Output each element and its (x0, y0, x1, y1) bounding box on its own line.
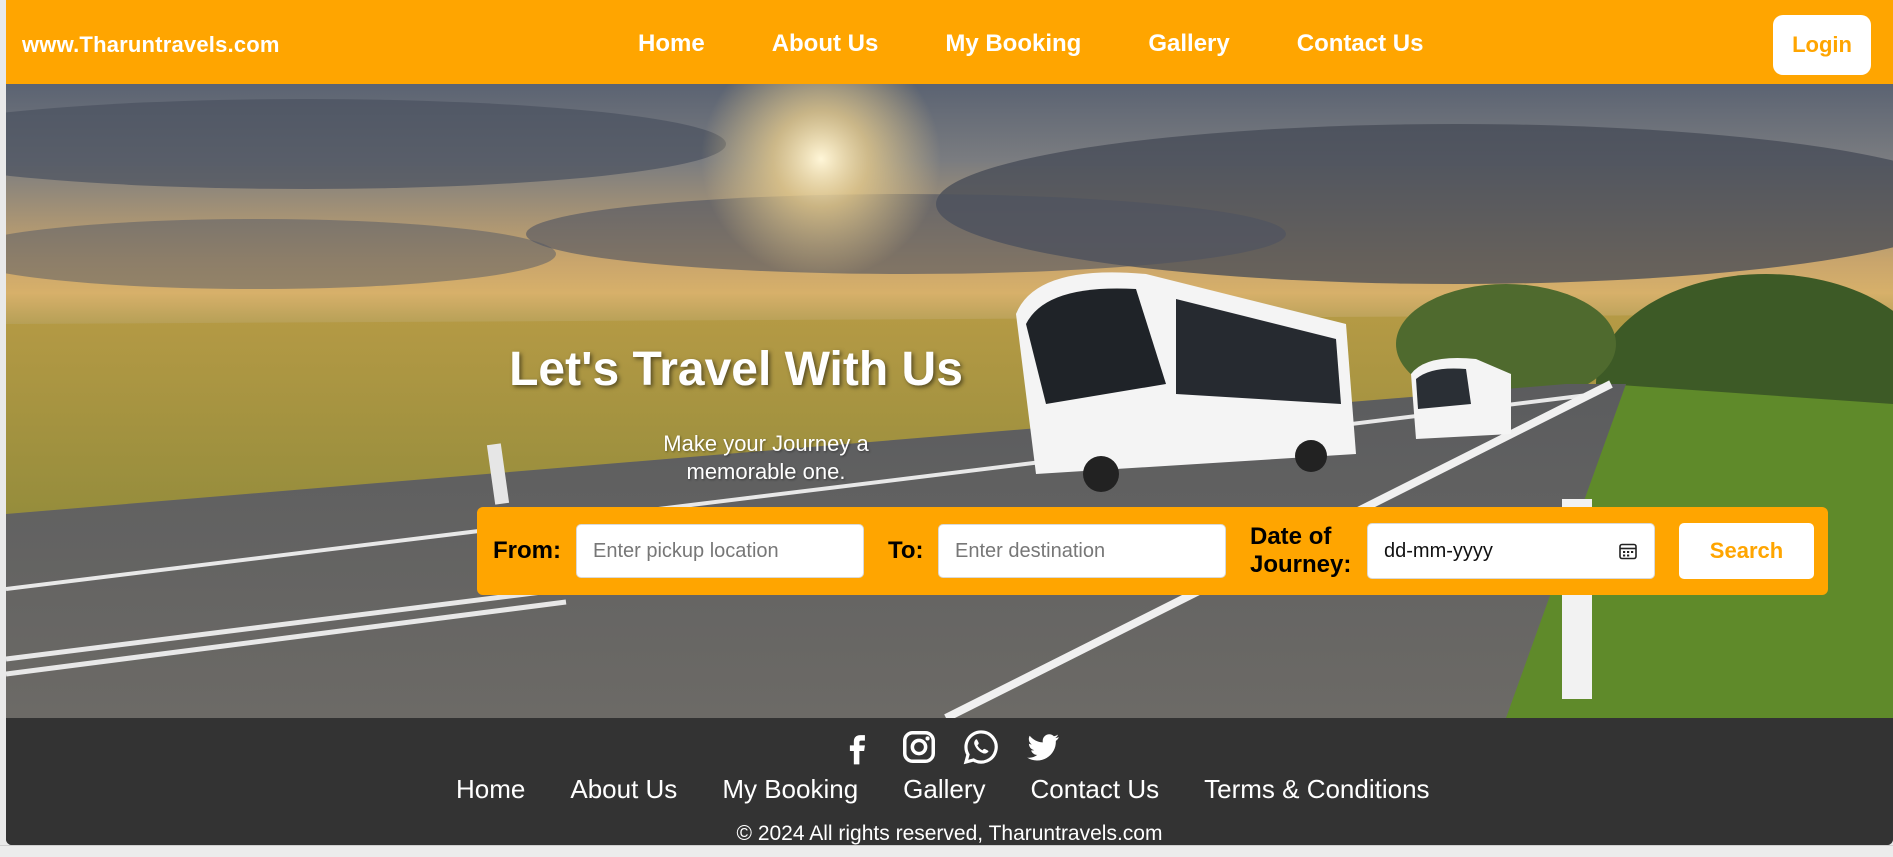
main-nav: Home About Us My Booking Gallery Contact… (638, 30, 1423, 58)
twitter-icon[interactable] (1024, 728, 1062, 766)
social-links (838, 728, 1062, 766)
nav-gallery[interactable]: Gallery (1148, 30, 1229, 58)
date-label-line2: Journey: (1250, 551, 1352, 578)
hero-banner: Let's Travel With Us Make your Journey a… (6, 84, 1893, 718)
calendar-icon[interactable] (1618, 541, 1638, 561)
date-input[interactable]: dd-mm-yyyy (1367, 523, 1655, 579)
footer-link-about-us[interactable]: About Us (570, 774, 677, 805)
nav-contact-us[interactable]: Contact Us (1297, 30, 1424, 58)
nav-my-booking[interactable]: My Booking (945, 30, 1081, 58)
to-label: To: (888, 537, 924, 564)
from-label: From: (493, 537, 561, 564)
page: www.Tharuntravels.com Home About Us My B… (6, 0, 1893, 845)
footer-link-terms[interactable]: Terms & Conditions (1204, 774, 1429, 805)
to-input[interactable] (938, 524, 1226, 578)
search-button[interactable]: Search (1679, 523, 1814, 579)
from-input[interactable] (576, 524, 864, 578)
hero-subtitle: Make your Journey a memorable one. (663, 431, 869, 484)
footer-link-gallery[interactable]: Gallery (903, 774, 985, 805)
login-button[interactable]: Login (1773, 15, 1871, 75)
hero-title: Let's Travel With Us (509, 343, 963, 396)
browser-bottom-strip (0, 845, 1893, 857)
nav-home[interactable]: Home (638, 30, 705, 58)
copyright-text: © 2024 All rights reserved, Tharuntravel… (736, 822, 1163, 845)
facebook-icon[interactable] (838, 728, 876, 766)
date-label: Date of Journey: (1250, 523, 1351, 579)
hero-background-image (6, 84, 1893, 718)
nav-about-us[interactable]: About Us (772, 30, 879, 58)
footer-link-home[interactable]: Home (456, 774, 525, 805)
instagram-icon[interactable] (900, 728, 938, 766)
footer-nav: Home About Us My Booking Gallery Contact… (456, 774, 1430, 805)
footer: Home About Us My Booking Gallery Contact… (6, 718, 1893, 845)
date-placeholder: dd-mm-yyyy (1384, 540, 1493, 562)
footer-link-contact-us[interactable]: Contact Us (1031, 774, 1160, 805)
date-label-line1: Date of (1250, 523, 1332, 550)
search-bar: From: To: Date of Journey: dd-mm-yyyy Se… (477, 507, 1828, 595)
top-header: www.Tharuntravels.com Home About Us My B… (6, 0, 1893, 84)
footer-link-my-booking[interactable]: My Booking (722, 774, 858, 805)
whatsapp-icon[interactable] (962, 728, 1000, 766)
site-name[interactable]: www.Tharuntravels.com (22, 32, 280, 58)
